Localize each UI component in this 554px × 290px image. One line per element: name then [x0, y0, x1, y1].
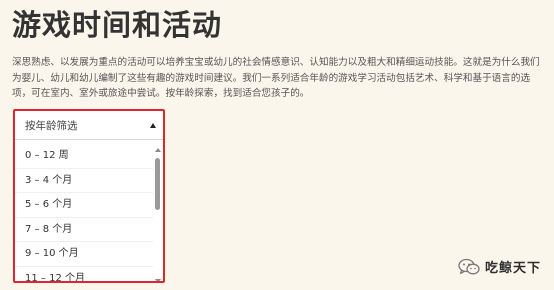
age-options-list[interactable]: 0 – 12 周 3 – 4 个月 5 – 6 个月 7 – 8 个月 9 – …: [15, 144, 163, 282]
age-option[interactable]: 11 – 12 个月: [15, 267, 153, 282]
age-option[interactable]: 5 – 6 个月: [15, 193, 153, 218]
page-title: 游戏时间和活动: [12, 8, 223, 42]
age-option[interactable]: 0 – 12 周: [15, 144, 153, 169]
intro-paragraph: 深思熟虑、以发展为重点的活动可以培养宝宝或幼儿的社会情感意识、认知能力以及粗大和…: [12, 57, 540, 99]
wechat-icon: [458, 258, 480, 274]
age-filter-dropdown[interactable]: 按年龄筛选 0 – 12 周 3 – 4 个月 5 – 6 个月 7 – 8 个…: [13, 109, 165, 283]
watermark: 吃鲸天下: [458, 257, 541, 276]
options-scrollbar[interactable]: [154, 144, 162, 281]
caret-up-icon[interactable]: [150, 122, 156, 128]
age-filter-select[interactable]: 按年龄筛选: [15, 111, 163, 140]
age-option[interactable]: 3 – 4 个月: [15, 169, 153, 193]
age-option[interactable]: 7 – 8 个月: [15, 218, 153, 242]
scrollbar-thumb[interactable]: [155, 158, 160, 210]
scroll-down-arrow-icon[interactable]: [155, 279, 161, 281]
age-option[interactable]: 9 – 10 个月: [15, 242, 153, 267]
watermark-text: 吃鲸天下: [485, 261, 542, 276]
age-filter-label: 按年龄筛选: [25, 119, 78, 132]
scroll-up-arrow-icon[interactable]: [155, 148, 161, 152]
